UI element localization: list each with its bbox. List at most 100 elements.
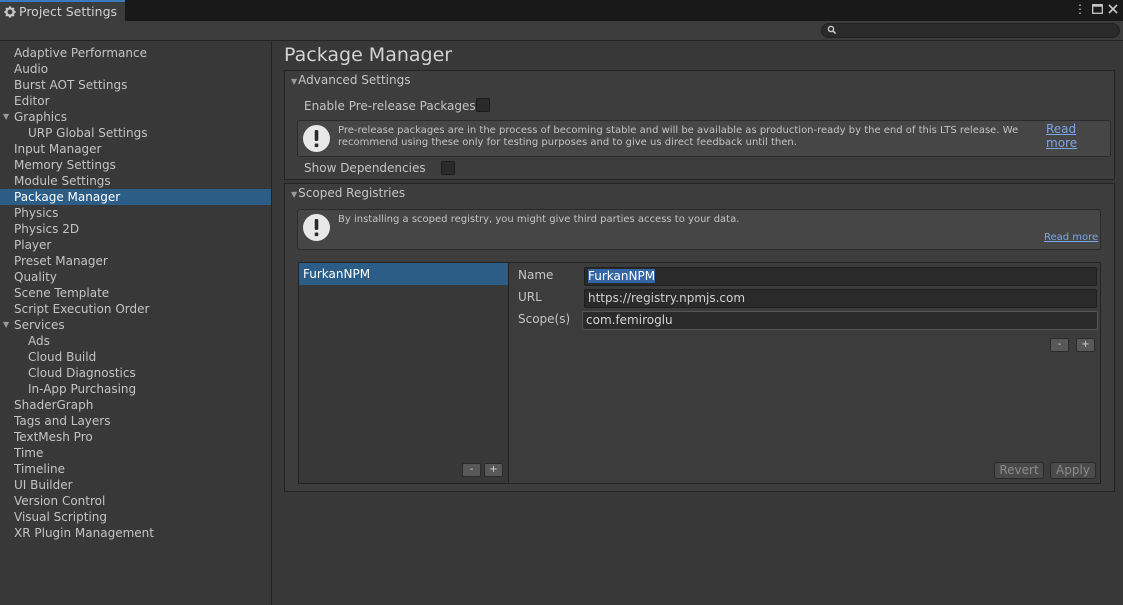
sidebar-item-label: In-App Purchasing <box>28 382 137 396</box>
sidebar-item-xr-plugin-management[interactable]: XR Plugin Management <box>0 525 271 541</box>
sidebar-item-editor[interactable]: Editor <box>0 93 271 109</box>
sidebar-item-tags-and-layers[interactable]: Tags and Layers <box>0 413 271 429</box>
fold-arrow-icon[interactable]: ▼ <box>3 317 9 333</box>
prerelease-read-more-link[interactable]: Read more <box>1046 122 1110 150</box>
sidebar-item-timeline[interactable]: Timeline <box>0 461 271 477</box>
revert-button[interactable]: Revert <box>994 462 1044 479</box>
url-label: URL <box>518 290 542 304</box>
sidebar-item-label: URP Global Settings <box>28 126 148 140</box>
sidebar-item-label: Editor <box>14 94 50 108</box>
show-dependencies-checkbox[interactable] <box>441 161 455 175</box>
sidebar-item-label: Timeline <box>14 462 66 476</box>
sidebar-item-label: UI Builder <box>14 478 73 492</box>
sidebar-item-label: Cloud Build <box>28 350 97 364</box>
page-title: Package Manager <box>284 44 453 66</box>
sidebar-item-label: Package Manager <box>14 190 121 204</box>
name-label: Name <box>518 268 554 282</box>
sidebar-item-memory-settings[interactable]: Memory Settings <box>0 157 271 173</box>
project-settings-tab[interactable]: Project Settings <box>0 0 125 21</box>
scoped-read-more-link[interactable]: Read more <box>1044 232 1098 243</box>
sidebar-item-shadergraph[interactable]: ShaderGraph <box>0 397 271 413</box>
close-icon[interactable] <box>1106 2 1120 16</box>
sidebar-item-module-settings[interactable]: Module Settings <box>0 173 271 189</box>
sidebar-item-player[interactable]: Player <box>0 237 271 253</box>
maximize-icon[interactable] <box>1090 2 1104 16</box>
sidebar-item-label: Preset Manager <box>14 254 108 268</box>
search-input[interactable] <box>821 23 1120 38</box>
fold-arrow-icon: ▼ <box>291 77 298 86</box>
scopes-label: Scope(s) <box>518 312 571 326</box>
sidebar-item-label: Input Manager <box>14 142 102 156</box>
sidebar-item-quality[interactable]: Quality <box>0 269 271 285</box>
prerelease-help-box: Pre-release packages are in the process … <box>297 120 1111 157</box>
sidebar-item-burst-aot-settings[interactable]: Burst AOT Settings <box>0 77 271 93</box>
sidebar-item-label: Time <box>14 446 44 460</box>
sidebar-item-label: Adaptive Performance <box>14 46 147 60</box>
registry-scope-field[interactable]: com.femiroglu <box>582 311 1098 330</box>
sidebar-item-label: Burst AOT Settings <box>14 78 128 92</box>
sidebar-item-graphics[interactable]: ▼ Graphics <box>0 109 271 125</box>
scoped-help-box: By installing a scoped registry, you mig… <box>297 209 1101 250</box>
prerelease-help-line2: recommend using these only for testing p… <box>338 137 797 148</box>
show-dependencies-label: Show Dependencies <box>304 161 426 175</box>
sidebar-item-label: Module Settings <box>14 174 111 188</box>
sidebar-item-time[interactable]: Time <box>0 445 271 461</box>
sidebar-item-label: Scene Template <box>14 286 110 300</box>
sidebar-item-label: Visual Scripting <box>14 510 107 524</box>
registry-url-field[interactable]: https://registry.npmjs.com <box>584 289 1097 308</box>
sidebar-item-cloud-build[interactable]: Cloud Build <box>0 349 271 365</box>
sidebar-item-package-manager[interactable]: Package Manager <box>0 189 271 205</box>
apply-button[interactable]: Apply <box>1050 462 1096 479</box>
sidebar-item-physics-2d[interactable]: Physics 2D <box>0 221 271 237</box>
sidebar-item-scene-template[interactable]: Scene Template <box>0 285 271 301</box>
sidebar-item-physics[interactable]: Physics <box>0 205 271 221</box>
sidebar-item-visual-scripting[interactable]: Visual Scripting <box>0 509 271 525</box>
sidebar-item-cloud-diagnostics[interactable]: Cloud Diagnostics <box>0 365 271 381</box>
registry-name-field[interactable]: FurkanNPM <box>584 267 1097 286</box>
fold-arrow-icon: ▼ <box>291 190 298 199</box>
sidebar-item-ads[interactable]: Ads <box>0 333 271 349</box>
search-icon <box>827 25 837 35</box>
registry-name-value: FurkanNPM <box>588 269 656 283</box>
remove-registry-button[interactable]: - <box>462 463 481 477</box>
toolbar <box>0 21 1123 41</box>
scoped-registries-section: ▼Scoped Registries By installing a scope… <box>284 183 1115 492</box>
scoped-help-text: By installing a scoped registry, you mig… <box>338 214 740 225</box>
prerelease-help-line1: Pre-release packages are in the process … <box>338 125 1019 136</box>
add-registry-button[interactable]: + <box>484 463 503 477</box>
sidebar-item-label: Physics <box>14 206 59 220</box>
sidebar-item-script-execution-order[interactable]: Script Execution Order <box>0 301 271 317</box>
remove-scope-button[interactable]: - <box>1050 338 1069 352</box>
settings-main-panel: Package Manager ▼Advanced Settings Enabl… <box>273 41 1123 605</box>
sidebar-item-input-manager[interactable]: Input Manager <box>0 141 271 157</box>
add-scope-button[interactable]: + <box>1076 338 1095 352</box>
registry-list-item[interactable]: FurkanNPM <box>299 263 508 285</box>
sidebar-item-ui-builder[interactable]: UI Builder <box>0 477 271 493</box>
sidebar-item-label: Services <box>14 318 65 332</box>
prerelease-checkbox[interactable] <box>476 98 490 112</box>
sidebar-item-version-control[interactable]: Version Control <box>0 493 271 509</box>
warning-icon <box>303 125 330 152</box>
settings-sidebar: Adaptive Performance Audio Burst AOT Set… <box>0 41 272 605</box>
fold-arrow-icon[interactable]: ▼ <box>3 109 9 125</box>
sidebar-item-preset-manager[interactable]: Preset Manager <box>0 253 271 269</box>
more-menu-icon[interactable]: ⋮ <box>1073 2 1087 16</box>
sidebar-item-label: Script Execution Order <box>14 302 150 316</box>
prerelease-label: Enable Pre-release Packages <box>304 99 476 113</box>
title-bar: Project Settings ⋮ <box>0 0 1123 21</box>
sidebar-item-label: Quality <box>14 270 57 284</box>
scoped-registries-foldout[interactable]: ▼Scoped Registries <box>291 186 405 200</box>
sidebar-item-label: TextMesh Pro <box>14 430 93 444</box>
sidebar-item-textmesh-pro[interactable]: TextMesh Pro <box>0 429 271 445</box>
advanced-settings-section: ▼Advanced Settings Enable Pre-release Pa… <box>284 70 1115 180</box>
advanced-settings-foldout[interactable]: ▼Advanced Settings <box>291 73 410 87</box>
sidebar-item-label: Version Control <box>14 494 106 508</box>
section-header-label: Advanced Settings <box>298 73 411 87</box>
sidebar-item-adaptive-performance[interactable]: Adaptive Performance <box>0 45 271 61</box>
sidebar-item-audio[interactable]: Audio <box>0 61 271 77</box>
sidebar-item-label: XR Plugin Management <box>14 526 154 540</box>
sidebar-item-services[interactable]: ▼ Services <box>0 317 271 333</box>
sidebar-item-urp-global-settings[interactable]: URP Global Settings <box>0 125 271 141</box>
sidebar-item-in-app-purchasing[interactable]: In-App Purchasing <box>0 381 271 397</box>
registries-editor: FurkanNPM - + Name FurkanNPM URL https:/… <box>298 262 1101 484</box>
